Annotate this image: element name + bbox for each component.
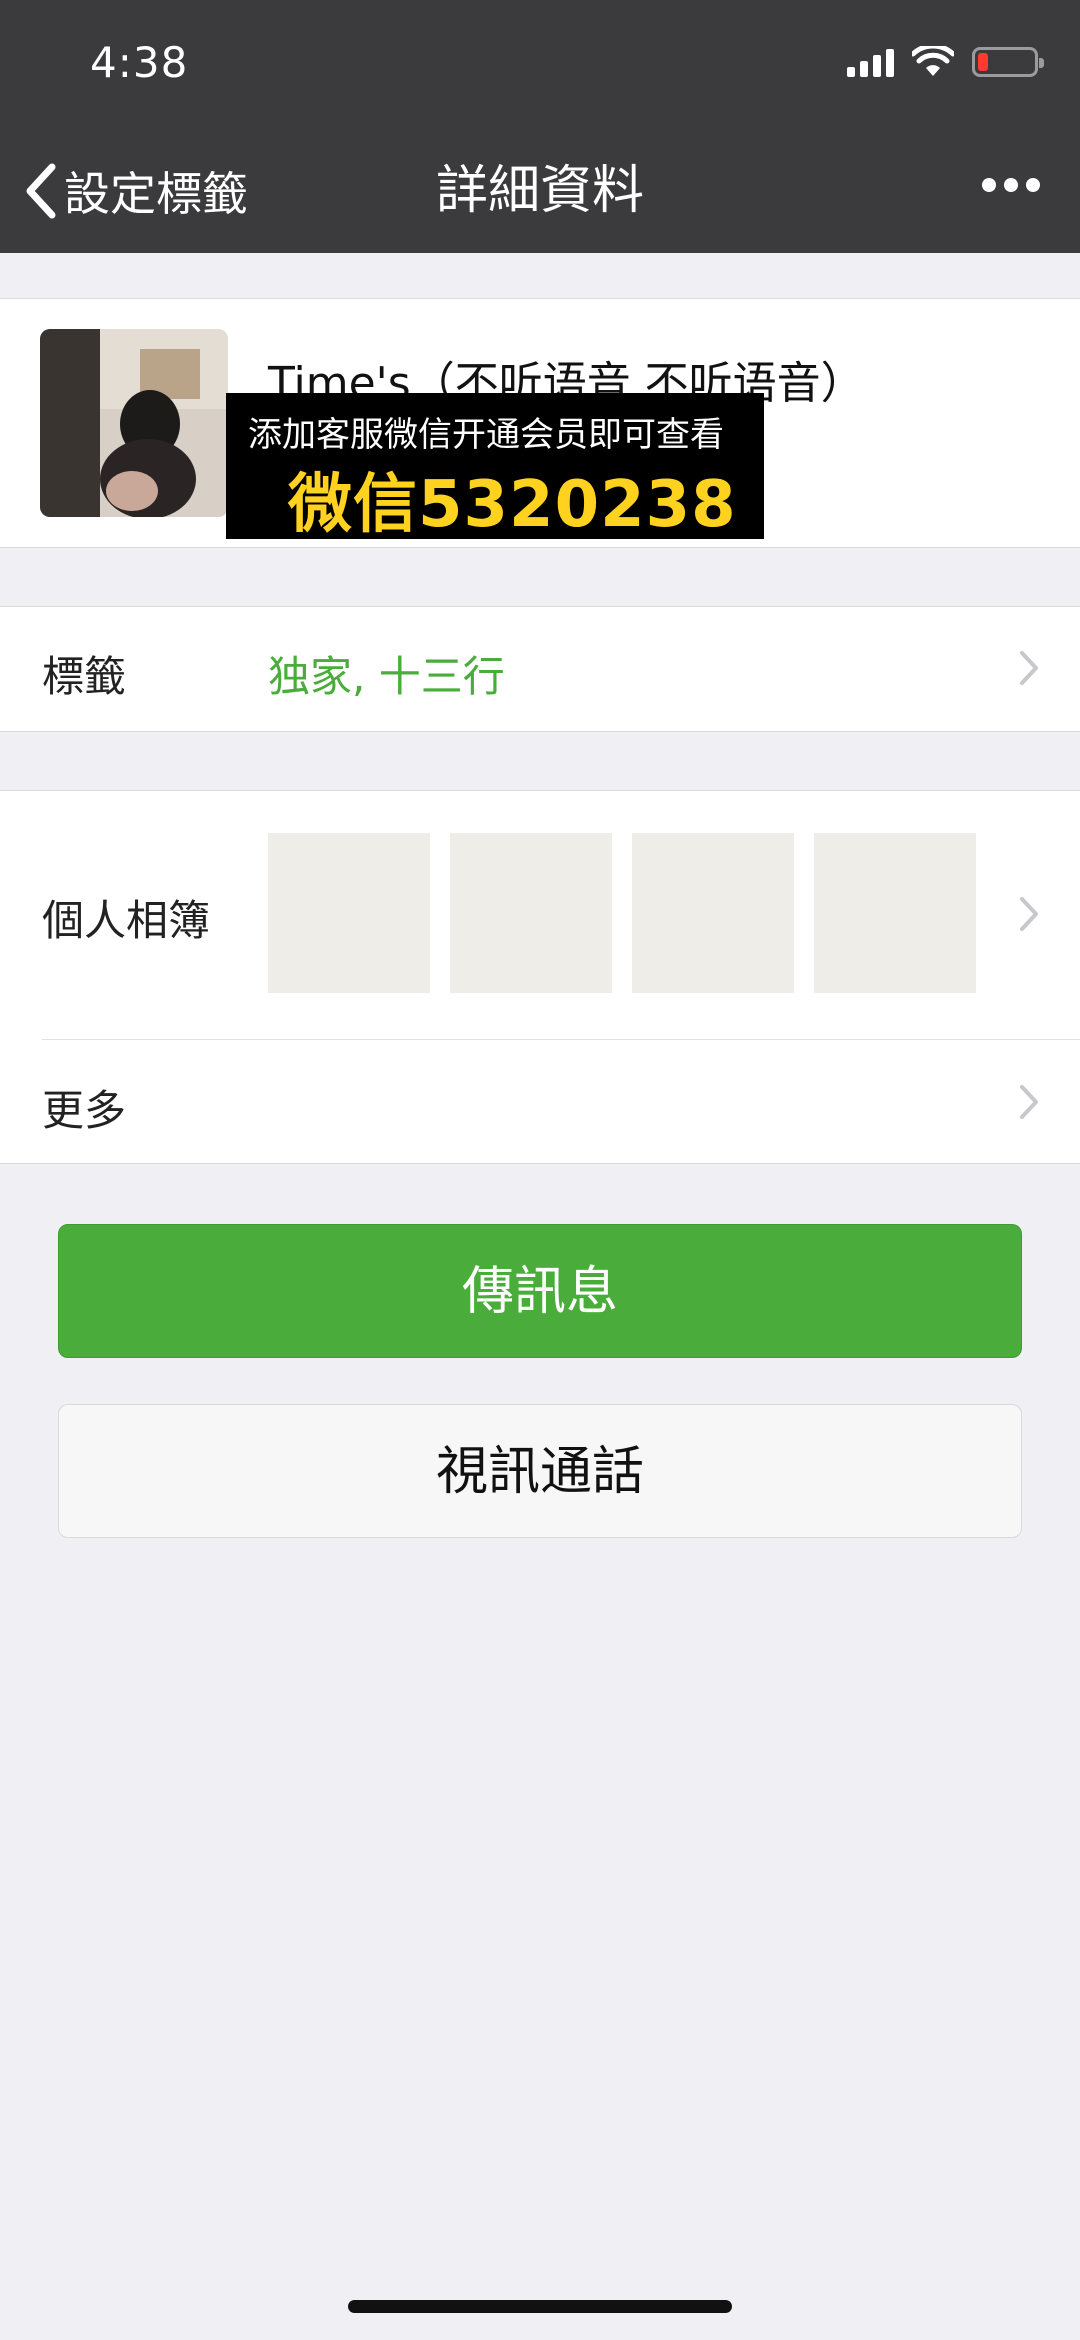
home-indicator[interactable] — [348, 2300, 732, 2313]
album-section: 個人相簿 更多 — [0, 790, 1080, 1164]
video-call-button[interactable]: 視訊通話 — [58, 1404, 1022, 1538]
more-dots-icon[interactable] — [982, 178, 1040, 192]
status-icons — [847, 46, 1044, 78]
tags-value: 独家, 十三行 — [268, 652, 505, 701]
album-photo[interactable] — [632, 833, 794, 993]
avatar[interactable] — [40, 329, 228, 517]
chevron-right-icon — [1020, 1085, 1038, 1119]
back-chevron-icon — [26, 163, 56, 219]
album-label: 個人相簿 — [42, 896, 211, 945]
back-button[interactable]: 設定標籤 — [24, 156, 248, 226]
cellular-signal-icon — [847, 47, 894, 77]
chevron-right-icon — [1020, 897, 1038, 931]
album-photos — [268, 833, 976, 993]
top-bar: 4:38 設定標籤 詳細資料 — [0, 0, 1080, 253]
album-photo[interactable] — [450, 833, 612, 993]
promo-text: 添加客服微信开通会员即可查看 — [248, 415, 724, 455]
more-label: 更多 — [42, 1086, 127, 1135]
tags-row[interactable]: 標籤 独家, 十三行 — [0, 606, 1080, 732]
tags-label: 標籤 — [42, 652, 127, 701]
promo-wechat-id: 微信5320238 — [288, 468, 737, 542]
status-time: 4:38 — [90, 38, 189, 87]
album-photo[interactable] — [268, 833, 430, 993]
wifi-icon — [912, 46, 954, 76]
album-photo[interactable] — [814, 833, 976, 993]
chevron-right-icon — [1020, 651, 1038, 685]
divider — [42, 1039, 1080, 1040]
battery-level — [978, 53, 988, 71]
back-label: 設定標籤 — [64, 167, 248, 221]
promo-overlay: 添加客服微信开通会员即可查看 微信5320238 — [226, 393, 764, 542]
battery-icon — [972, 47, 1044, 77]
contact-detail-screen: 4:38 設定標籤 詳細資料 Time's（不听语音 不听语音） 添加客服微信开… — [0, 0, 1080, 2340]
send-message-button[interactable]: 傳訊息 — [58, 1224, 1022, 1358]
